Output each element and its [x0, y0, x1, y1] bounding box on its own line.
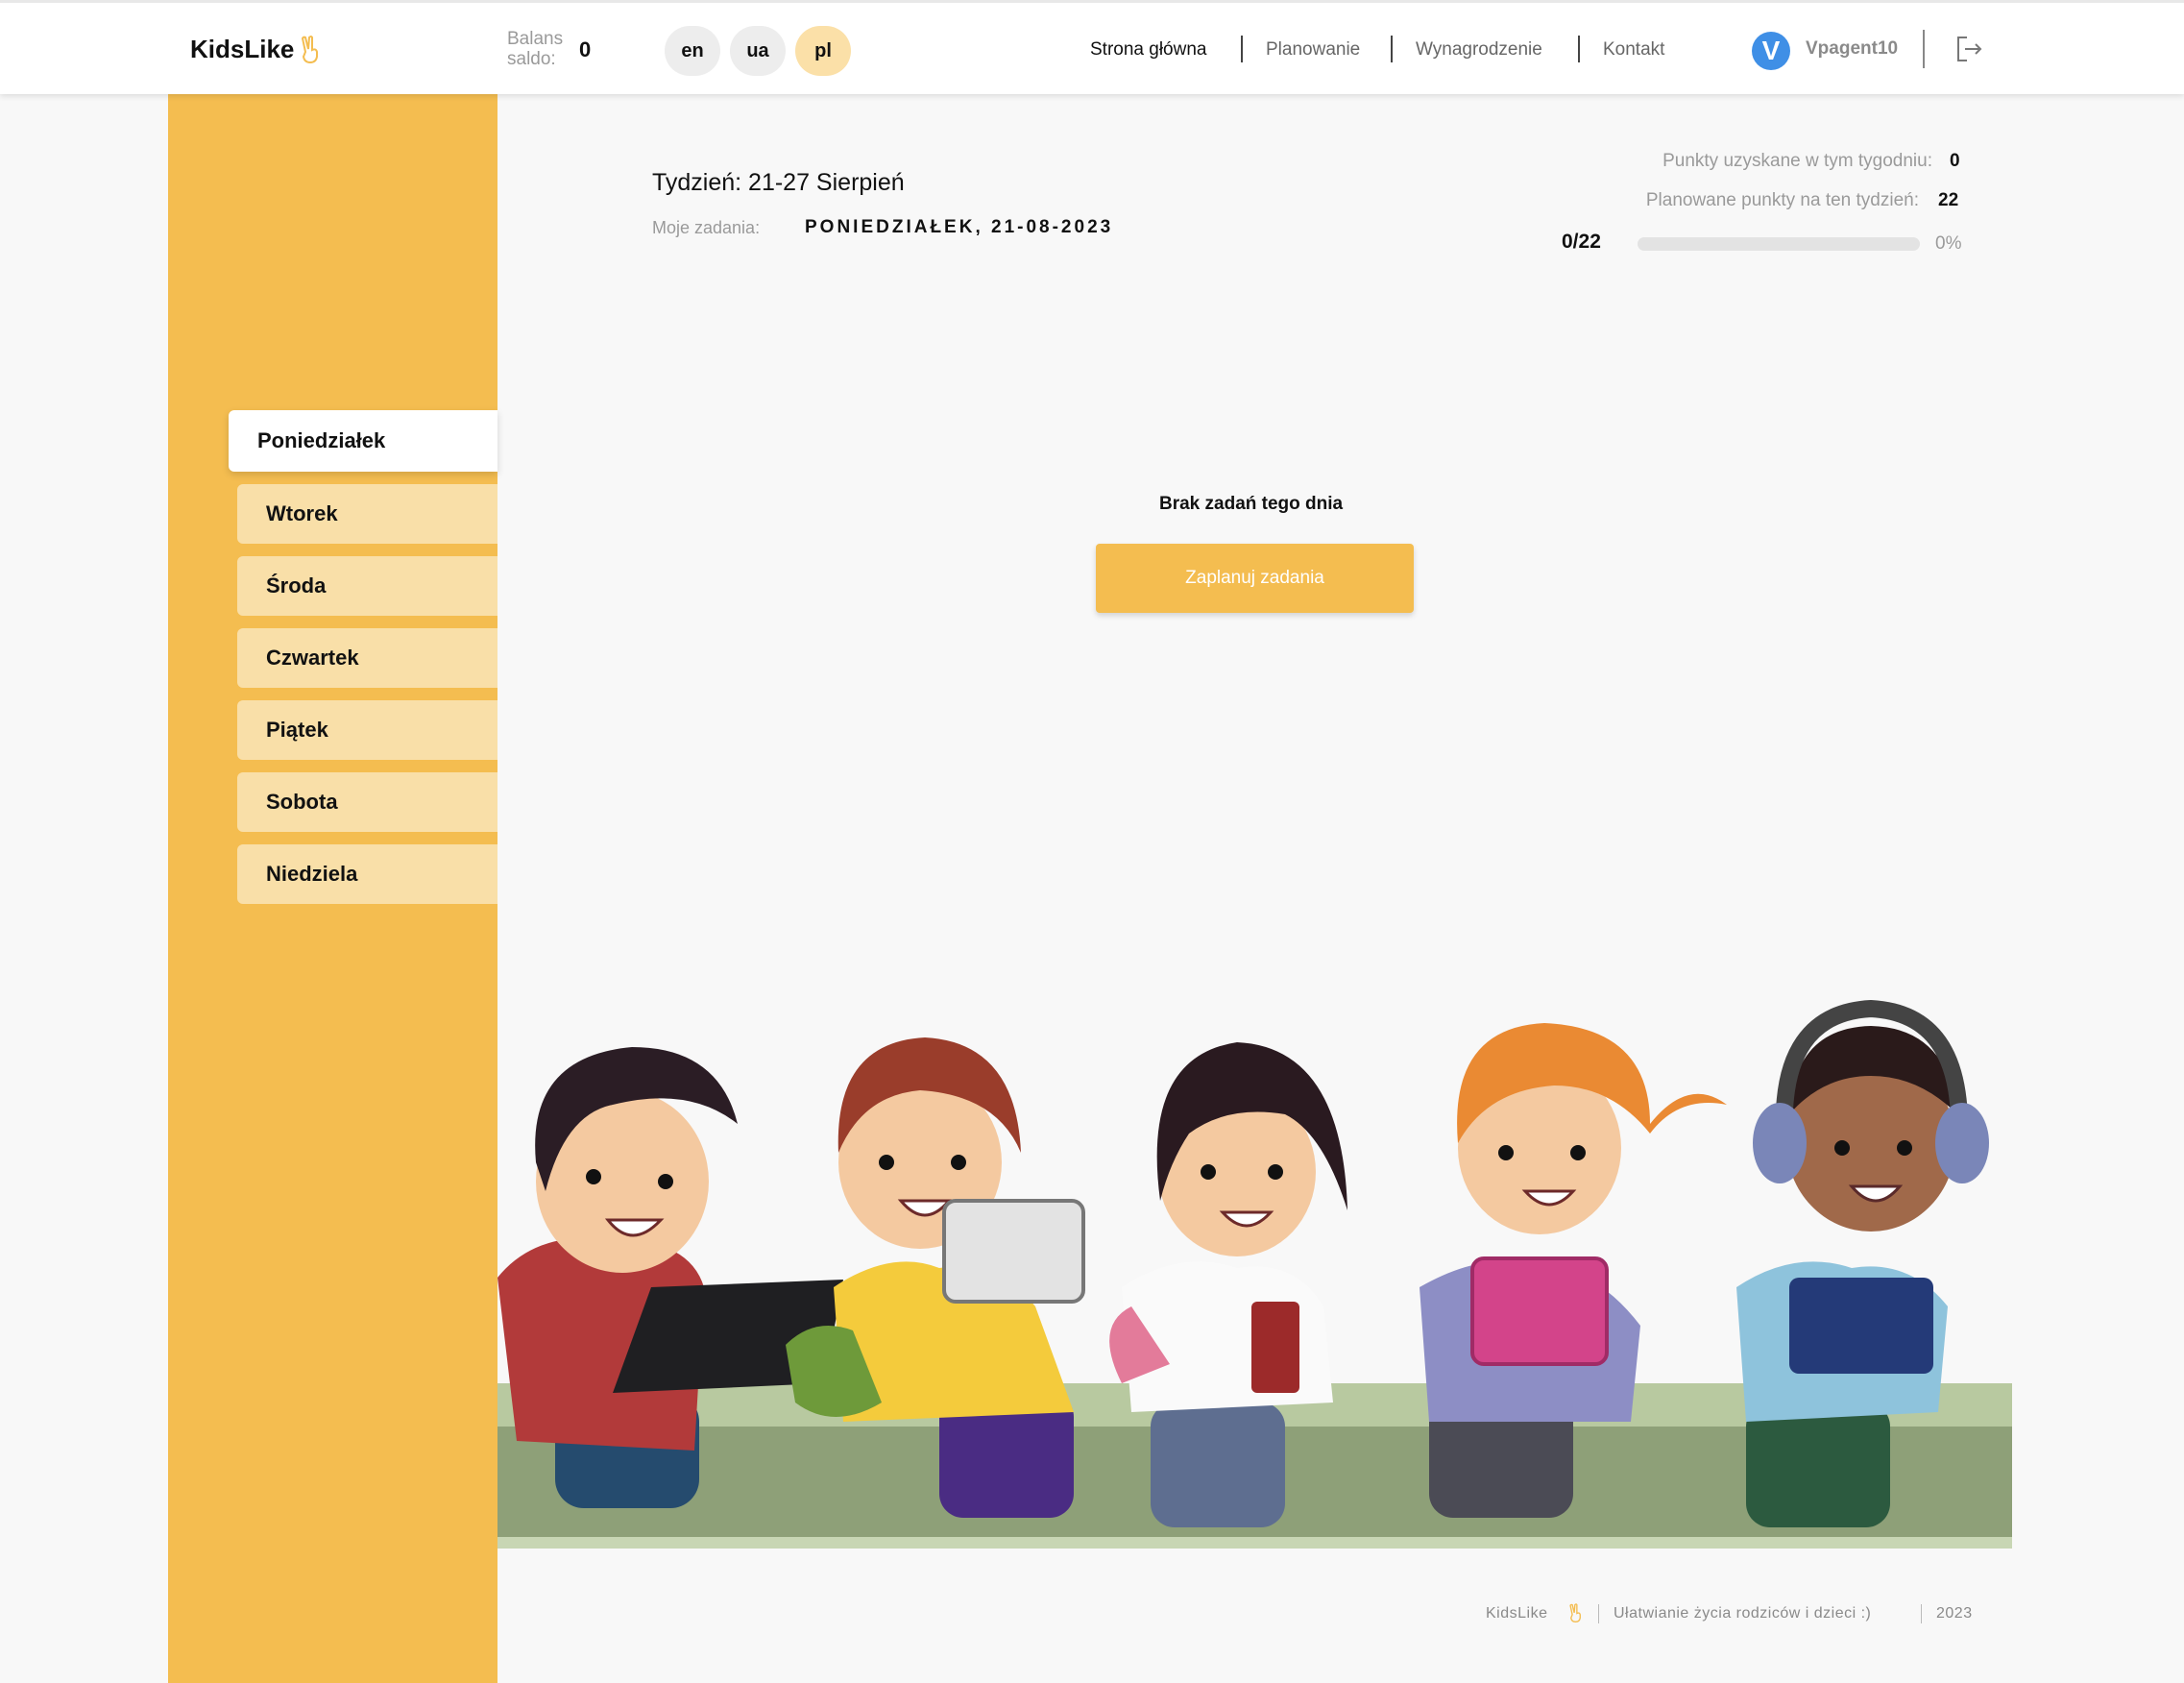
footer-year: 2023 — [1936, 1605, 1973, 1622]
username: Vpagent10 — [1806, 38, 1899, 59]
footer-divider — [1921, 1604, 1922, 1623]
progress-percent: 0% — [1935, 233, 1962, 254]
week-title: Tydzień: 21-27 Sierpień — [652, 169, 905, 196]
day-tab-saturday[interactable]: Sobota — [237, 772, 497, 832]
day-tab-sunday[interactable]: Niedziela — [237, 844, 497, 904]
day-tab-wednesday[interactable]: Środa — [237, 556, 497, 616]
tasks-label: Moje zadania: — [652, 218, 761, 237]
lang-en-button[interactable]: en — [665, 26, 720, 76]
plan-tasks-button[interactable]: Zaplanuj zadania — [1096, 544, 1414, 613]
user-avatar[interactable]: V — [1752, 32, 1790, 70]
day-tab-tuesday[interactable]: Wtorek — [237, 484, 497, 544]
balance-value: 0 — [579, 37, 592, 61]
victory-hand-icon — [1569, 1603, 1581, 1623]
tasks-date: PONIEDZIAŁEK, 21-08-2023 — [805, 217, 1114, 237]
day-tab-monday[interactable]: Poniedziałek — [229, 410, 497, 472]
points-planned-label: Planowane punkty na ten tydzień: — [1645, 190, 1919, 210]
balance-label: Balans saldo: — [507, 29, 564, 69]
nav-rewards[interactable]: Wynagrodzenie — [1416, 39, 1542, 61]
points-planned-value: 22 — [1938, 190, 1959, 210]
logout-icon[interactable] — [1953, 34, 1984, 64]
nav-divider — [1578, 36, 1580, 62]
nav-home[interactable]: Strona główna — [1090, 39, 1206, 61]
progress-count: 0/22 — [1562, 231, 1601, 253]
nav-contact[interactable]: Kontakt — [1603, 39, 1664, 61]
children-with-tablets-illustration — [497, 999, 2012, 1549]
footer-divider — [1598, 1604, 1599, 1623]
top-header: KidsLike Balans saldo: 0 en ua pl Strona… — [0, 0, 2184, 94]
app-logo[interactable]: KidsLike — [190, 35, 321, 64]
nav-planning[interactable]: Planowanie — [1266, 39, 1360, 61]
nav-divider — [1241, 36, 1243, 62]
footer-brand: KidsLike — [1486, 1605, 1548, 1622]
progress-bar — [1638, 237, 1920, 251]
day-tab-friday[interactable]: Piątek — [237, 700, 497, 760]
user-divider — [1923, 30, 1925, 68]
logo-text: KidsLike — [190, 35, 295, 63]
lang-pl-button[interactable]: pl — [795, 26, 851, 76]
nav-divider — [1391, 36, 1393, 62]
day-tab-thursday[interactable]: Czwartek — [237, 628, 497, 688]
lang-ua-button[interactable]: ua — [730, 26, 786, 76]
footer-tagline: Ułatwianie życia rodziców i dzieci :) — [1614, 1605, 1872, 1622]
victory-hand-icon — [302, 35, 319, 63]
points-earned-value: 0 — [1950, 151, 1960, 171]
points-earned-label: Punkty uzyskane w tym tygodniu: — [1662, 151, 1932, 171]
empty-tasks-message: Brak zadań tego dnia — [1159, 494, 1344, 514]
